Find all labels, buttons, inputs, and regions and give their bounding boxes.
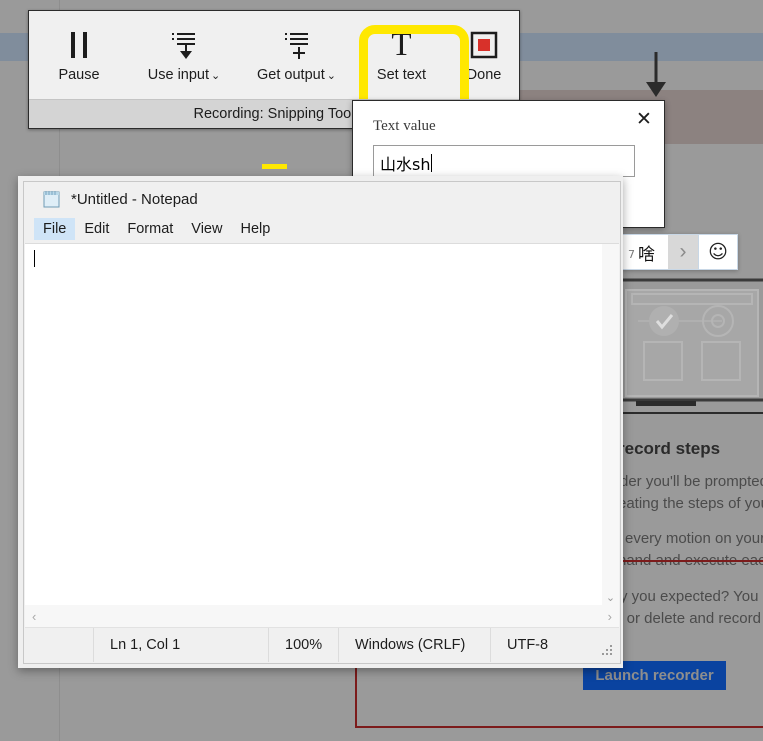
toolbar-button-row: Pause Use input ⌄ Get output ⌄ T Set tex… [29,11,519,99]
highlight-marker [262,164,287,169]
use-input-icon [168,28,200,62]
notepad-text-area[interactable]: ⌄ [25,243,619,606]
notepad-status-bar: Ln 1, Col 1 100% Windows (CRLF) UTF-8 [25,627,619,662]
notepad-window: *Untitled - Notepad File Edit Format Vie… [23,181,621,664]
notepad-menu-bar: File Edit Format View Help [24,216,620,242]
scroll-down-icon[interactable]: ⌄ [602,591,619,604]
set-text-button[interactable]: T Set text [354,11,449,83]
use-input-label-text: Use input [147,67,210,83]
menu-item-edit[interactable]: Edit [75,218,118,240]
get-output-button-label: Get output ⌄ [257,67,336,83]
scroll-right-icon[interactable]: › [608,609,612,624]
stop-record-icon [470,28,498,62]
down-arrow-annotation [646,52,666,97]
text-value-label: Text value [373,118,436,134]
ime-candidate-text: 啥 [638,244,655,265]
text-value-input[interactable]: 山水sh [373,145,635,177]
vertical-scrollbar[interactable]: ⌄ [602,244,619,606]
menu-item-file[interactable]: File [34,218,76,240]
done-button[interactable]: Done [449,11,519,83]
status-position: Ln 1, Col 1 [93,628,268,662]
menu-item-view[interactable]: View [182,218,231,240]
get-output-icon [281,28,313,62]
text-caret [431,153,433,172]
horizontal-scrollbar[interactable]: ‹ › [25,605,619,627]
text-caret [34,250,35,267]
background-paragraph: every motion on your [625,530,763,547]
background-paragraph: eating the steps of you [618,495,763,512]
pause-button-label: Pause [58,67,100,83]
set-text-button-label: Set text [376,67,427,83]
background-paragraph: rder you'll be prompted [615,473,763,490]
status-spacer [25,628,93,662]
text-T-icon: T [391,26,412,63]
ime-next-page-icon[interactable]: › [668,235,698,269]
notepad-icon [42,189,62,209]
text-value-input-text: 山水sh [380,154,431,174]
status-line-endings: Windows (CRLF) [338,628,490,662]
status-encoding: UTF-8 [490,628,619,662]
close-icon[interactable]: ✕ [630,105,658,133]
background-heading: record steps [618,439,721,458]
done-button-label: Done [466,67,502,83]
scroll-left-icon[interactable]: ‹ [32,609,36,624]
get-output-label-text: Get output [257,67,325,83]
smiley-icon[interactable]: ☺ [698,235,737,269]
use-input-button[interactable]: Use input ⌄ [129,11,239,83]
pause-button[interactable]: Pause [29,11,129,83]
illustration-baseline [612,412,763,414]
menu-item-format[interactable]: Format [118,218,182,240]
pause-icon [66,28,92,62]
notepad-title-bar: *Untitled - Notepad [24,182,620,216]
chevron-down-icon: ⌄ [326,69,336,82]
chevron-down-icon: ⌄ [211,69,221,82]
status-zoom: 100% [268,628,338,662]
use-input-button-label: Use input ⌄ [148,67,220,83]
get-output-button[interactable]: Get output ⌄ [239,11,354,83]
ime-candidate-number: 7 [628,247,635,261]
resize-grip[interactable] [602,645,614,657]
recorder-illustration [612,276,763,410]
notepad-title-text: *Untitled - Notepad [71,190,198,208]
menu-item-help[interactable]: Help [231,218,279,240]
